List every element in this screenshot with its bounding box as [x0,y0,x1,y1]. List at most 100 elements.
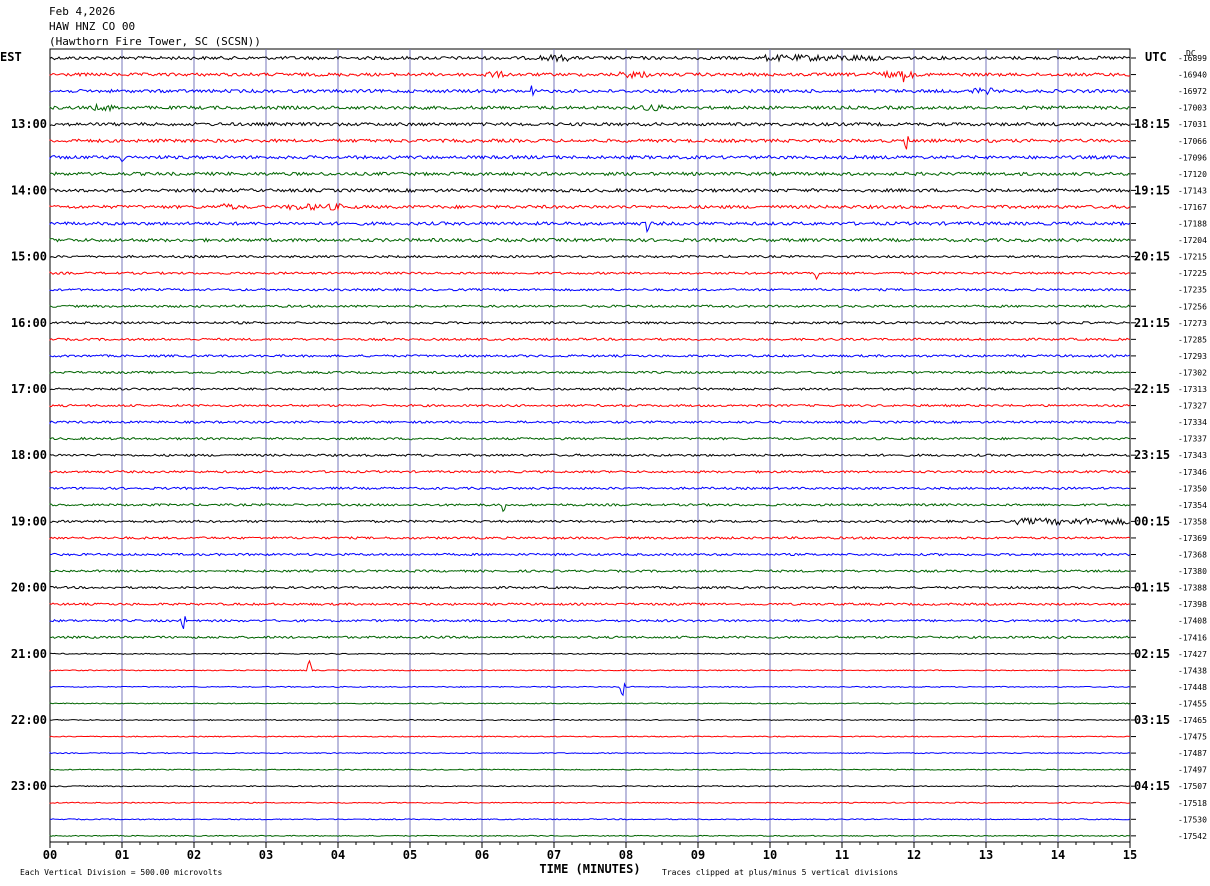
dc-offset-label: -17120 [1178,170,1207,179]
trace-row [49,420,1130,425]
trace-row [49,237,1131,243]
dc-offset-label: -17285 [1178,335,1207,344]
x-tick-label: 05 [403,848,417,862]
seismic-traces [49,53,1131,837]
dc-offset-label: -17358 [1178,517,1207,526]
dc-offset-label: -17408 [1178,617,1207,626]
est-hour-label: 15:00 [11,250,47,264]
trace-row [49,469,1131,474]
trace-row [49,53,1131,63]
dc-offset-label: -17167 [1178,203,1207,212]
trace-row [49,635,1131,640]
x-tick-label: 15 [1123,848,1137,862]
trace-row [49,486,1131,491]
trace-row [49,818,1131,821]
dc-offset-label: -17507 [1178,782,1207,791]
est-hour-label: 14:00 [11,183,47,197]
est-hour-label: 20:00 [11,581,47,595]
trace-row [49,387,1131,391]
est-hour-label: 22:00 [11,713,47,727]
dc-offset-label: -17448 [1178,683,1207,692]
utc-zone-label: UTC [1145,50,1167,64]
x-tick-label: 10 [763,848,777,862]
trace-row [49,569,1131,573]
est-hour-label: 13:00 [11,117,47,131]
est-hour-label: 18:00 [11,448,47,462]
dc-offset-label: -17369 [1178,534,1207,543]
dc-offset-label: -17497 [1178,766,1207,775]
trace-row [49,187,1131,193]
dc-offset-label: -17354 [1178,501,1207,510]
dc-offset-label: -17337 [1178,435,1207,444]
dc-offset-label: -17256 [1178,302,1207,311]
dc-label: DC [1186,49,1196,58]
dc-offset-label: -17343 [1178,451,1207,460]
dc-offset-label: -17327 [1178,402,1207,411]
trace-row [49,287,1131,292]
est-hour-label: 17:00 [11,382,47,396]
utc-hour-label: 00:15 [1134,514,1170,528]
trace-row [49,154,1131,163]
est-zone-label: EST [0,50,22,64]
x-tick-label: 12 [907,848,921,862]
vertical-division-note: Each Vertical Division = 500.00 microvol… [20,868,222,877]
trace-row [49,85,1131,97]
dc-offset-label: -17542 [1178,832,1207,841]
trace-row [49,718,1131,722]
utc-hour-label: 04:15 [1134,779,1170,793]
dc-offset-label: -17096 [1178,153,1207,162]
dc-offset-label: -17031 [1178,120,1207,129]
dc-offset-label: -17225 [1178,269,1207,278]
helicorder-chart: 00 01 02 03 04 05 06 07 08 09 10 11 12 13 14 15-16899-1… [0,48,1207,877]
trace-row [49,69,1131,83]
est-hour-label: 23:00 [11,779,47,793]
grid-lines [49,48,1136,848]
trace-row [49,516,1131,526]
trace-row [49,403,1131,408]
trace-row [49,801,1131,804]
dc-offset-label: -17346 [1178,468,1207,477]
trace-row [49,652,1131,655]
dc-offset-label: -17388 [1178,584,1207,593]
dc-offset-label: -16972 [1178,87,1207,96]
trace-row [49,702,1131,705]
x-tick-label: 02 [187,848,201,862]
chart-frame [49,48,1131,843]
trace-row [50,552,1131,557]
trace-row [49,254,1131,259]
utc-hour-label: 18:15 [1134,117,1170,131]
utc-hour-label: 23:15 [1134,448,1170,462]
trace-row [49,834,1131,837]
trace-row [49,502,1131,513]
est-hour-label: 19:00 [11,514,47,528]
trace-row [49,304,1131,309]
x-tick-label: 04 [331,848,345,862]
x-tick-label: 14 [1051,848,1065,862]
x-axis-title: TIME (MINUTES) [539,862,640,876]
x-tick-label: 13 [979,848,993,862]
x-tick-label: 01 [115,848,129,862]
trace-row [49,768,1131,771]
x-tick-label: 07 [547,848,561,862]
dc-offset-label: -17003 [1178,104,1207,113]
trace-row [49,659,1131,672]
utc-hour-label: 19:15 [1134,183,1170,197]
trace-row [49,121,1131,127]
trace-row [49,220,1131,234]
trace-row [49,171,1131,177]
clipping-note: Traces clipped at plus/minus 5 vertical … [662,868,898,877]
x-tick-label: 06 [475,848,489,862]
x-tick-label: 03 [259,848,273,862]
dc-offset-label: -17487 [1178,749,1207,758]
dc-offset-label: -17438 [1178,666,1207,675]
trace-row [49,353,1131,358]
dc-offset-label: -17293 [1178,352,1207,361]
trace-row [49,202,1131,211]
dc-offset-label: -17215 [1178,253,1207,262]
trace-row [49,536,1131,540]
trace-row [49,602,1131,607]
dc-offset-label: -17518 [1178,799,1207,808]
dc-offset-label: -17350 [1178,484,1207,493]
x-tick-label: 09 [691,848,705,862]
trace-row [49,436,1131,441]
